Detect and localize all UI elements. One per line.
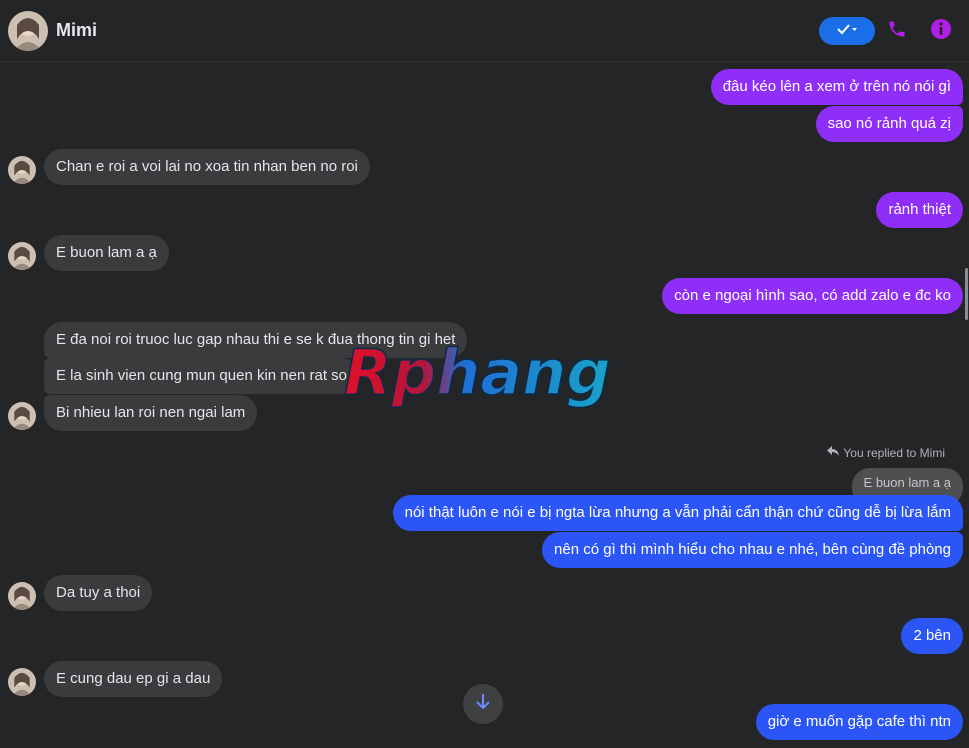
verified-check-icon bbox=[836, 22, 858, 41]
reply-indicator: You replied to Mimi bbox=[827, 446, 945, 460]
call-button[interactable] bbox=[884, 18, 910, 44]
watermark-text: Rphang bbox=[344, 336, 611, 409]
message-incoming[interactable]: Chan e roi a voi lai no xoa tin nhan ben… bbox=[44, 149, 370, 185]
message-incoming[interactable]: Bi nhieu lan roi nen ngai lam bbox=[44, 395, 258, 431]
message-outgoing[interactable]: sao nó rảnh quá zị bbox=[815, 106, 963, 142]
message-incoming[interactable]: E la sinh vien cung mun quen kin nen rat… bbox=[44, 358, 360, 394]
reply-label: You replied to Mimi bbox=[843, 446, 945, 460]
reply-arrow-icon bbox=[827, 446, 840, 460]
sender-avatar[interactable] bbox=[8, 582, 36, 610]
message-outgoing[interactable]: 2 bên bbox=[901, 618, 963, 654]
message-outgoing[interactable]: còn e ngoại hình sao, có add zalo e đc k… bbox=[662, 278, 963, 314]
info-icon bbox=[930, 18, 952, 45]
message-incoming[interactable]: E buon lam a ạ bbox=[44, 235, 169, 271]
info-button[interactable] bbox=[928, 18, 954, 44]
message-outgoing[interactable]: rảnh thiệt bbox=[876, 192, 963, 228]
phone-icon bbox=[887, 19, 907, 44]
message-outgoing[interactable]: nói thật luôn e nói e bị ngta lừa nhưng … bbox=[392, 495, 963, 531]
arrow-down-icon bbox=[475, 693, 491, 716]
sender-avatar[interactable] bbox=[8, 242, 36, 270]
chat-header: Mimi bbox=[0, 0, 969, 62]
contact-avatar[interactable] bbox=[8, 11, 48, 51]
message-incoming[interactable]: Da tuy a thoi bbox=[44, 575, 153, 611]
sender-avatar[interactable] bbox=[8, 402, 36, 430]
message-incoming[interactable]: E cung dau ep gi a dau bbox=[44, 661, 223, 697]
message-outgoing[interactable]: giờ e muốn gặp cafe thì ntn bbox=[755, 704, 963, 740]
sender-avatar[interactable] bbox=[8, 156, 36, 184]
sender-avatar[interactable] bbox=[8, 668, 36, 696]
message-outgoing[interactable]: đâu kéo lên a xem ở trên nó nói gì bbox=[710, 69, 963, 105]
scrollbar-thumb[interactable] bbox=[965, 268, 968, 320]
verified-toggle-button[interactable] bbox=[819, 17, 875, 45]
contact-name[interactable]: Mimi bbox=[56, 20, 97, 41]
message-outgoing[interactable]: nên có gì thì mình hiểu cho nhau e nhé, … bbox=[542, 532, 963, 568]
watermark-logo: Rphang bbox=[340, 335, 630, 416]
scroll-to-bottom-button[interactable] bbox=[463, 684, 503, 724]
